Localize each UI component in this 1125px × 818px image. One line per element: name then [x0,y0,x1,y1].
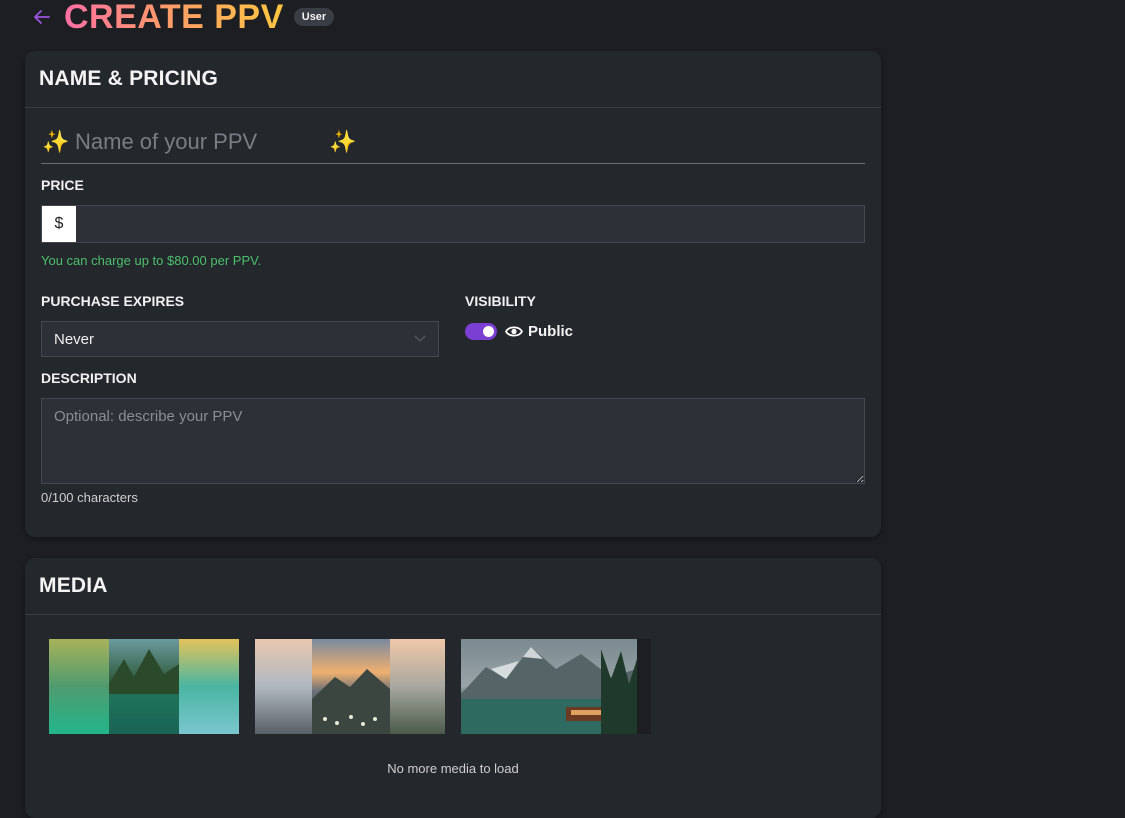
toggle-knob [483,326,494,337]
price-field: $ [41,205,865,243]
back-arrow-icon[interactable] [30,5,54,29]
mountain-sunset-photo-thumbnail[interactable] [255,639,445,734]
description-textarea[interactable] [41,398,865,484]
currency-symbol: $ [42,206,76,242]
card-header: MEDIA [25,558,881,615]
no-more-media-text: No more media to load [387,761,519,776]
purchase-expires-label: PURCHASE EXPIRES [41,293,185,309]
price-label: PRICE [41,177,84,193]
page-title: CREATE PPV [64,0,284,37]
media-card: MEDIA No more media to load [25,558,881,818]
card-title: MEDIA [39,574,108,597]
price-hint: You can charge up to $80.00 per PPV. [41,253,262,268]
name-pricing-card: NAME & PRICING ✨ ✨ PRICE $ You can charg… [25,51,881,537]
visibility-control: Public [465,323,573,340]
character-counter: 0/100 characters [41,490,138,505]
eye-icon [505,325,523,338]
description-label: DESCRIPTION [41,370,137,386]
media-gallery [49,639,651,734]
visibility-label: VISIBILITY [465,293,536,309]
mountain-lake-cabin-photo-thumbnail[interactable] [461,639,651,734]
mountain-sunset-photo-icon [255,639,445,734]
visibility-toggle[interactable] [465,323,497,340]
page-header: CREATE PPV User [30,0,335,40]
purchase-expires-value: Never [54,330,95,348]
ppv-name-field: ✨ ✨ [41,121,865,164]
visibility-value: Public [528,323,574,340]
purchase-expires-select[interactable]: Never [41,321,439,357]
lake-forest-photo-thumbnail[interactable] [49,639,239,734]
card-header: NAME & PRICING [25,51,881,108]
ppv-name-input[interactable] [71,129,328,155]
card-title: NAME & PRICING [39,67,218,90]
role-badge: User [293,8,335,26]
lake-forest-photo-icon [49,639,239,734]
chevron-down-icon [414,335,426,342]
sparkle-icon: ✨ [329,129,357,154]
sparkle-icon: ✨ [42,129,70,154]
price-input[interactable] [76,206,864,242]
mountain-lake-cabin-photo-icon [461,639,651,734]
